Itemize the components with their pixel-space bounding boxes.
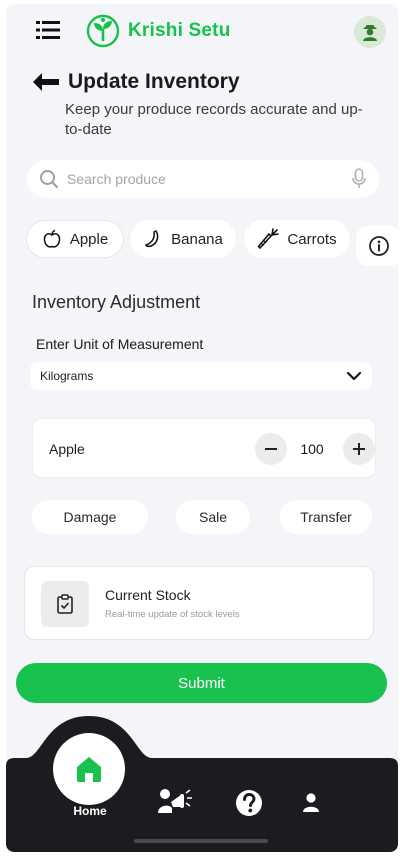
chevron-down-icon xyxy=(346,371,362,381)
sprout-logo-icon xyxy=(86,14,120,48)
increment-button[interactable] xyxy=(343,433,375,465)
search-input[interactable] xyxy=(67,171,351,187)
chip-apple[interactable]: Apple xyxy=(26,220,124,258)
stock-subtitle: Real-time update of stock levels xyxy=(105,609,240,620)
quantity-value[interactable]: 100 xyxy=(295,441,329,457)
home-indicator xyxy=(134,839,268,843)
chip-label: Banana xyxy=(171,230,223,248)
brand: Krishi Setu xyxy=(86,14,231,48)
carrot-icon xyxy=(257,228,280,250)
info-icon xyxy=(369,236,389,256)
nav-home-label: Home xyxy=(73,804,107,818)
plus-icon xyxy=(353,443,365,455)
section-title: Inventory Adjustment xyxy=(32,292,201,312)
search-bar xyxy=(27,160,379,198)
stock-title: Current Stock xyxy=(105,587,191,603)
submit-button[interactable]: Submit xyxy=(16,663,387,703)
banana-icon xyxy=(145,230,159,248)
info-button[interactable] xyxy=(356,226,398,266)
farmer-avatar-icon[interactable] xyxy=(354,16,386,48)
hamburger-menu-icon[interactable] xyxy=(36,20,60,40)
minus-icon xyxy=(265,448,277,450)
app-screen: Krishi Setu Update Inventory Keep your p… xyxy=(6,4,398,852)
search-icon xyxy=(40,170,59,189)
chip-label: Carrots xyxy=(287,230,337,248)
bottom-nav: Home xyxy=(6,716,398,852)
item-name: Apple xyxy=(49,441,85,457)
reason-damage-button[interactable]: Damage xyxy=(32,500,148,534)
decrement-button[interactable] xyxy=(255,433,287,465)
title-row: Update Inventory xyxy=(32,70,240,94)
current-stock-card[interactable]: Current Stock Real-time update of stock … xyxy=(24,566,374,640)
chip-banana[interactable]: Banana xyxy=(130,220,236,258)
nav-home-button[interactable] xyxy=(53,733,125,805)
app-name: Krishi Setu xyxy=(128,20,231,41)
quantity-card: Apple 100 xyxy=(32,418,376,478)
profile-icon[interactable] xyxy=(302,793,320,813)
clipboard-check-icon xyxy=(41,581,89,627)
unit-value: Kilograms xyxy=(40,369,94,383)
unit-select[interactable]: Kilograms xyxy=(30,362,372,390)
chip-label: Apple xyxy=(69,230,109,248)
home-icon xyxy=(77,757,101,782)
page-subtitle: Keep your produce records accurate and u… xyxy=(65,101,363,138)
top-bar: Krishi Setu xyxy=(6,4,398,60)
unit-label: Enter Unit of Measurement xyxy=(36,336,204,352)
chip-carrots[interactable]: Carrots xyxy=(244,220,350,258)
back-arrow-icon[interactable] xyxy=(32,72,60,92)
apple-icon xyxy=(43,229,61,248)
page-title: Update Inventory xyxy=(68,70,240,93)
help-icon[interactable] xyxy=(235,789,263,817)
reason-sale-button[interactable]: Sale xyxy=(176,500,250,534)
announcement-icon[interactable] xyxy=(156,785,194,817)
reason-transfer-button[interactable]: Transfer xyxy=(280,500,372,534)
microphone-icon[interactable] xyxy=(351,168,367,190)
